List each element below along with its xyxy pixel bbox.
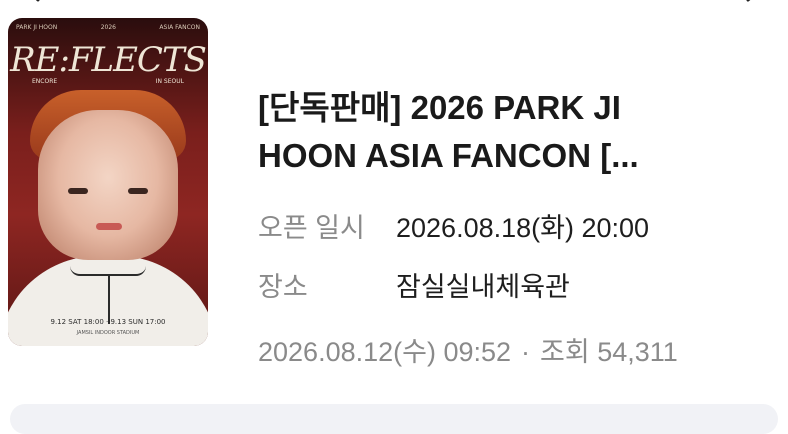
poster-sub-left: ENCORE xyxy=(32,78,58,85)
chevron-left-icon[interactable] xyxy=(24,0,44,6)
chevron-down-icon[interactable] xyxy=(744,0,764,6)
poster-eye-left xyxy=(68,188,88,194)
poster-subtitle: ENCORE IN SEOUL xyxy=(32,78,184,85)
views-label: 조회 xyxy=(540,337,590,367)
poster-tour: ASIA FANCON xyxy=(159,24,200,31)
poster-face xyxy=(38,110,178,260)
open-date-row: 오픈 일시 2026.08.18(화) 20:00 xyxy=(258,206,649,245)
poster-sub-right: IN SEOUL xyxy=(155,78,184,85)
posted-date: 2026.08.12(수) 09:52 xyxy=(258,337,512,367)
open-date-value: 2026.08.18(화) 20:00 xyxy=(396,213,650,243)
open-date-label: 오픈 일시 xyxy=(258,213,365,243)
poster-artist: PARK JI HOON xyxy=(16,24,58,31)
poster-year: 2026 xyxy=(100,24,116,31)
bottom-action-bar[interactable] xyxy=(10,404,778,434)
meta-separator: · xyxy=(521,337,531,367)
poster-venue: JAMSIL INDOOR STADIUM xyxy=(76,330,140,336)
views-count: 54,311 xyxy=(597,337,678,367)
venue-label: 장소 xyxy=(258,272,308,302)
poster-eye-right xyxy=(128,188,148,194)
venue-value: 잠실실내체육관 xyxy=(396,272,570,302)
post-meta: 2026.08.12(수) 09:52 · 조회 54,311 xyxy=(258,330,678,369)
poster-header: PARK JI HOON 2026 ASIA FANCON xyxy=(16,24,200,31)
event-title[interactable]: [단독판매] 2026 PARK JI HOON ASIA FANCON [..… xyxy=(258,84,718,180)
poster-cord xyxy=(108,274,110,324)
poster-lips xyxy=(96,223,122,230)
poster-title: RE:FLECTS xyxy=(10,40,207,80)
poster-dates: 9.12 SAT 18:00 · 9.13 SUN 17:00 xyxy=(50,318,166,326)
venue-row: 장소 잠실실내체육관 xyxy=(258,265,570,304)
event-poster[interactable]: PARK JI HOON 2026 ASIA FANCON RE:FLECTS … xyxy=(8,18,208,346)
